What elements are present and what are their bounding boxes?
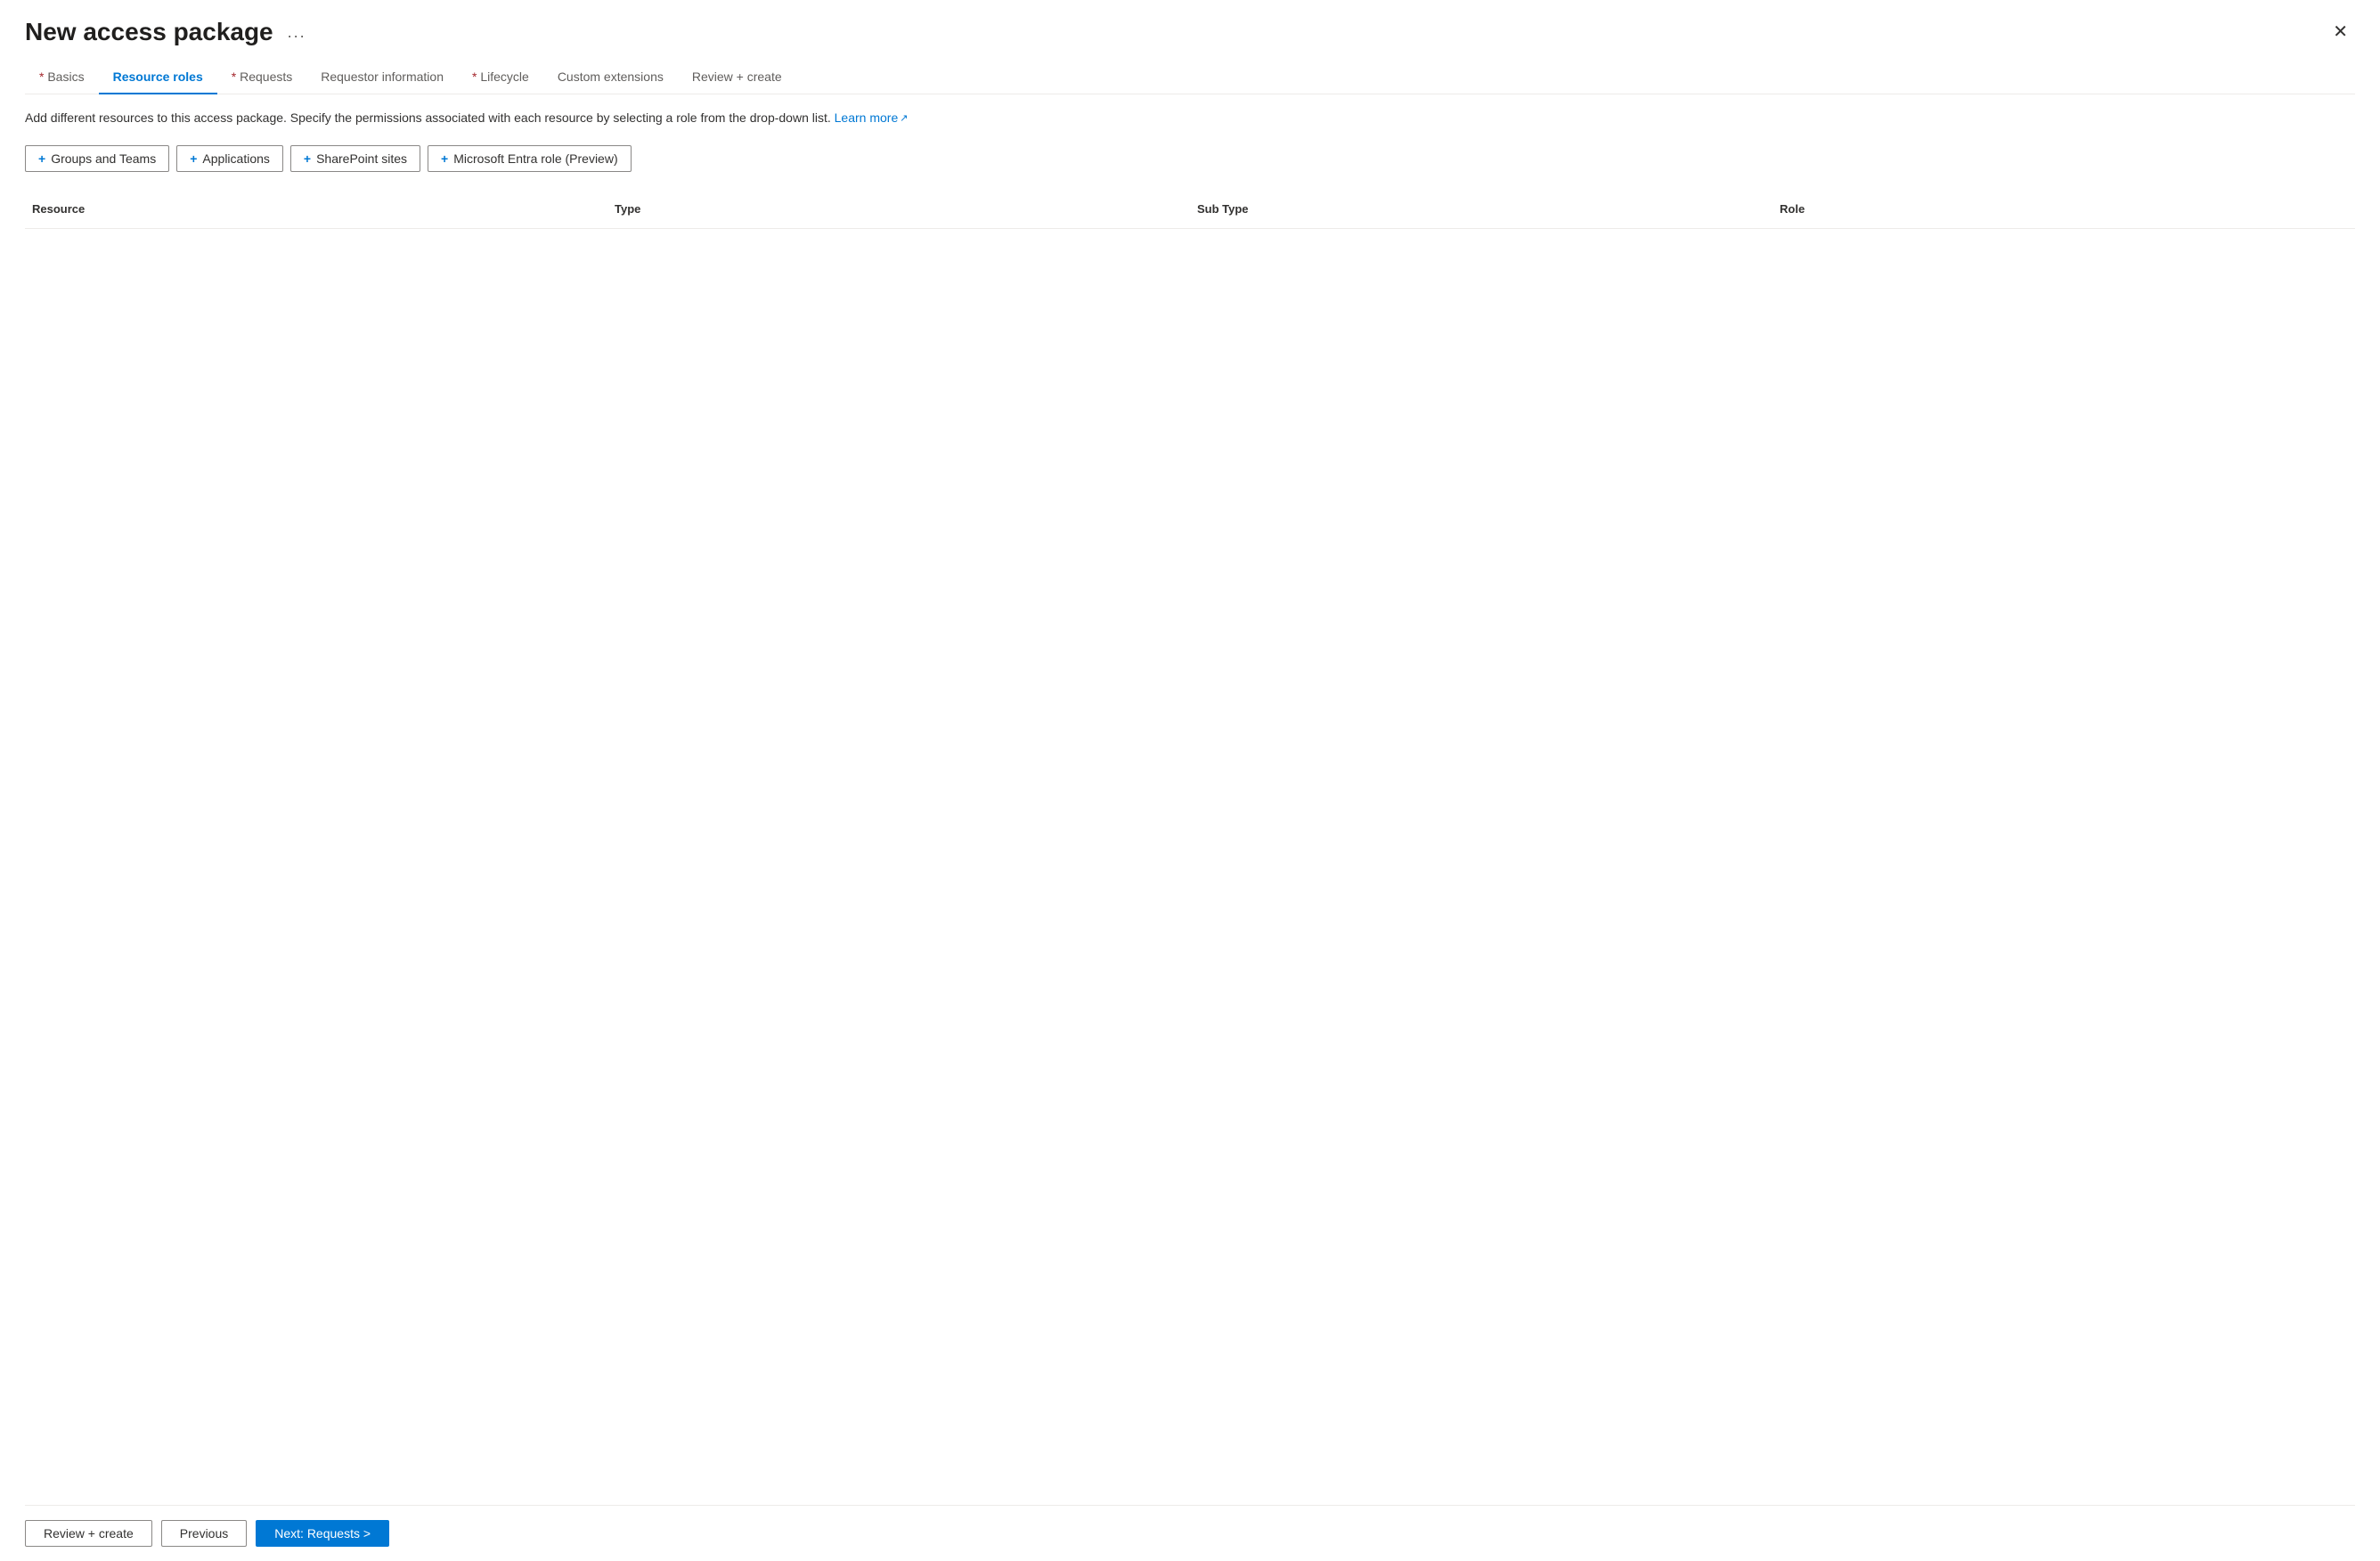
plus-icon: + xyxy=(441,151,448,166)
tab-custom-extensions[interactable]: Custom extensions xyxy=(543,61,678,94)
column-resource: Resource xyxy=(25,197,607,221)
ellipsis-button[interactable]: ... xyxy=(282,20,312,45)
description-text: Add different resources to this access p… xyxy=(25,109,2355,127)
close-button[interactable]: ✕ xyxy=(2326,20,2355,45)
tab-lifecycle[interactable]: Lifecycle xyxy=(458,61,543,94)
action-buttons-row: + Groups and Teams + Applications + Shar… xyxy=(25,145,2355,172)
add-groups-teams-button[interactable]: + Groups and Teams xyxy=(25,145,169,172)
resource-table: Resource Type Sub Type Role xyxy=(25,190,2355,1505)
tabs-nav: Basics Resource roles Requests Requestor… xyxy=(25,61,2355,94)
groups-teams-label: Groups and Teams xyxy=(51,151,156,166)
table-header: Resource Type Sub Type Role xyxy=(25,190,2355,229)
header-title-group: New access package ... xyxy=(25,18,312,46)
column-type: Type xyxy=(607,197,1190,221)
tab-requests[interactable]: Requests xyxy=(217,61,307,94)
column-sub-type: Sub Type xyxy=(1190,197,1773,221)
table-body xyxy=(25,229,2355,585)
review-create-button[interactable]: Review + create xyxy=(25,1520,152,1547)
previous-button[interactable]: Previous xyxy=(161,1520,247,1547)
external-link-icon: ↗ xyxy=(900,111,908,127)
page-title: New access package xyxy=(25,18,273,46)
microsoft-entra-role-label: Microsoft Entra role (Preview) xyxy=(453,151,617,166)
learn-more-link[interactable]: Learn more↗ xyxy=(835,110,909,125)
column-role: Role xyxy=(1773,197,2355,221)
tab-basics[interactable]: Basics xyxy=(25,61,99,94)
add-applications-button[interactable]: + Applications xyxy=(176,145,283,172)
next-requests-button[interactable]: Next: Requests > xyxy=(256,1520,389,1547)
tab-resource-roles[interactable]: Resource roles xyxy=(99,61,217,94)
add-microsoft-entra-role-button[interactable]: + Microsoft Entra role (Preview) xyxy=(428,145,632,172)
plus-icon: + xyxy=(190,151,197,166)
add-sharepoint-sites-button[interactable]: + SharePoint sites xyxy=(290,145,420,172)
page-container: New access package ... ✕ Basics Resource… xyxy=(0,0,2380,1561)
tab-requestor-information[interactable]: Requestor information xyxy=(306,61,458,94)
plus-icon: + xyxy=(38,151,45,166)
header-row: New access package ... ✕ xyxy=(25,18,2355,46)
tab-review-create[interactable]: Review + create xyxy=(678,61,796,94)
footer-bar: Review + create Previous Next: Requests … xyxy=(25,1505,2355,1561)
sharepoint-sites-label: SharePoint sites xyxy=(316,151,407,166)
plus-icon: + xyxy=(304,151,311,166)
applications-label: Applications xyxy=(202,151,270,166)
